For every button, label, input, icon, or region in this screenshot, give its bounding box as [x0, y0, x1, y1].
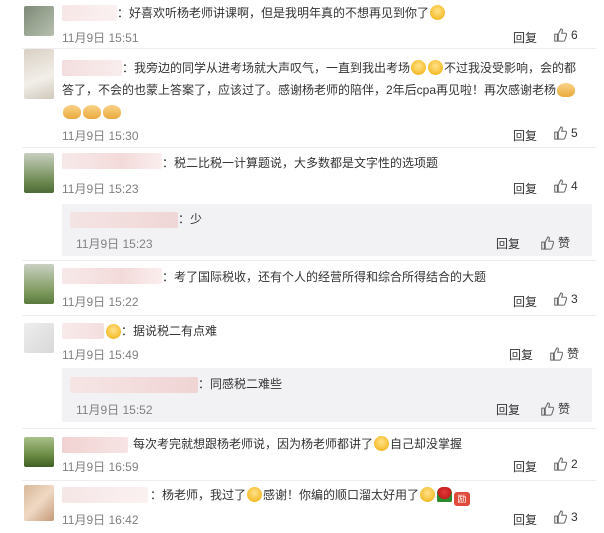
- username[interactable]: [62, 268, 162, 284]
- like-count: 4: [571, 179, 578, 193]
- sub-reply-time: 11月9日 15:52: [76, 403, 153, 417]
- avatar[interactable]: [24, 153, 54, 193]
- avatar[interactable]: [24, 485, 54, 521]
- thumbs-up-icon: [554, 292, 567, 306]
- thumbs-up-icon: [554, 510, 567, 524]
- sub-reply-text: ：少: [178, 212, 203, 226]
- like-button[interactable]: 4: [553, 179, 578, 193]
- comment-emoji-line: [62, 101, 122, 123]
- comment-text: ：据说税二有点难: [121, 324, 218, 338]
- like-label: 赞: [558, 236, 571, 250]
- thumbs-up-icon: [541, 401, 554, 416]
- laugh-emoji-icon: [411, 60, 427, 75]
- like-label: 赞: [567, 347, 580, 361]
- username[interactable]: [70, 212, 178, 228]
- comment-time: 11月9日 15:22: [62, 295, 139, 309]
- comment-text: ：考了国际税收，还有个人的经营所得和综合所得结合的大题: [162, 270, 487, 284]
- like-button[interactable]: 2: [553, 457, 578, 471]
- sub-reply: ：同感税二难些 11月9日 15:52 回复 赞: [62, 368, 592, 422]
- thumbs-up-icon: [554, 457, 567, 471]
- rose-icon: [437, 487, 453, 502]
- like-button[interactable]: 3: [553, 292, 578, 306]
- comment-time: 11月9日 15:49: [62, 348, 139, 362]
- comment-time: 11月9日 15:30: [62, 129, 139, 143]
- reply-button[interactable]: 回复: [513, 458, 537, 475]
- like-count: 5: [571, 126, 578, 140]
- avatar[interactable]: [24, 323, 54, 353]
- username[interactable]: [70, 377, 198, 393]
- like-count: 2: [571, 457, 578, 471]
- clapping-hands-icon: [83, 105, 101, 119]
- comment-text: ：税二比税一计算题说，大多数都是文字性的选项题: [162, 156, 439, 170]
- sub-reply-time: 11月9日 15:23: [76, 237, 153, 251]
- avatar[interactable]: [24, 6, 54, 36]
- comment-item: ：杨老师，我过了 感谢！你编的顺口溜太好用了励 11月9日 16:42 回复 3: [0, 481, 604, 533]
- like-button[interactable]: 3: [553, 510, 578, 524]
- like-button[interactable]: 赞: [540, 400, 570, 417]
- laugh-emoji-icon: [430, 5, 446, 20]
- comment-text: ：好喜欢听杨老师讲课啊，但是我明年真的不想再见到你了: [117, 2, 446, 24]
- laugh-emoji-icon: [374, 436, 390, 451]
- username[interactable]: [62, 487, 148, 503]
- comment-time: 11月9日 15:23: [62, 182, 139, 196]
- thumbs-up-icon: [541, 235, 554, 250]
- like-label: 赞: [558, 402, 571, 416]
- comment-time: 11月9日 16:59: [62, 460, 139, 474]
- comment-time: 11月9日 15:51: [62, 31, 139, 45]
- thumbs-up-icon: [550, 346, 563, 361]
- comment-item: ：据说税二有点难 11月9日 15:49 回复 赞 ：同感税二难些 11月9日 …: [0, 316, 604, 426]
- comment-item: 每次考完就想跟杨老师说，因为杨老师都讲了 自己却没掌握 11月9日 16:59 回…: [0, 429, 604, 479]
- username[interactable]: [62, 60, 122, 76]
- reply-button[interactable]: 回复: [513, 180, 537, 197]
- like-count: 3: [571, 510, 578, 524]
- comment-text: 每次考完就想跟杨老师说，因为杨老师都讲了 自己却没掌握: [133, 436, 463, 451]
- username[interactable]: [62, 323, 104, 339]
- thumbs-up-icon: [554, 179, 567, 193]
- like-button[interactable]: 5: [553, 126, 578, 140]
- avatar[interactable]: [24, 49, 54, 99]
- laugh-emoji-icon: [247, 487, 263, 502]
- reply-button[interactable]: 回复: [513, 29, 537, 46]
- comment-time: 11月9日 16:42: [62, 513, 139, 527]
- like-count: 3: [571, 292, 578, 306]
- like-button[interactable]: 赞: [549, 345, 579, 362]
- username[interactable]: [62, 5, 117, 21]
- comment-item: ：我旁边的同学从进考场就大声叹气，一直到我出考场 不过我没受影响，会的都 答了，不…: [0, 49, 604, 147]
- reply-button[interactable]: 回复: [513, 127, 537, 144]
- badge-emoji-icon: [106, 324, 121, 339]
- thumbs-up-icon: [554, 126, 567, 140]
- username[interactable]: [62, 153, 162, 169]
- comment-text: ：杨老师，我过了 感谢！你编的顺口溜太好用了励: [150, 484, 471, 506]
- clapping-hands-icon: [103, 105, 121, 119]
- reply-button[interactable]: 回复: [496, 235, 520, 252]
- clapping-hands-icon: [557, 83, 576, 97]
- username[interactable]: [62, 437, 128, 453]
- avatar[interactable]: [24, 264, 54, 304]
- reply-button[interactable]: 回复: [513, 511, 537, 528]
- reply-button[interactable]: 回复: [509, 346, 533, 363]
- comment-text-line2: 答了，不会的也蒙上答案了，应该过了。感谢杨老师的陪伴，2年后cpa再见啦！再次感…: [62, 79, 576, 101]
- like-button[interactable]: 6: [553, 28, 578, 42]
- comment-item: ：税二比税一计算题说，大多数都是文字性的选项题 11月9日 15:23 回复 4…: [0, 148, 604, 258]
- avatar[interactable]: [24, 437, 54, 467]
- like-count: 6: [571, 28, 578, 42]
- comment-text: ：我旁边的同学从进考场就大声叹气，一直到我出考场 不过我没受影响，会的都: [122, 60, 577, 75]
- like-button[interactable]: 赞: [540, 234, 570, 251]
- laugh-emoji-icon: [428, 60, 444, 75]
- encourage-badge-icon: 励: [454, 492, 471, 506]
- reply-button[interactable]: 回复: [513, 293, 537, 310]
- comment-item: ：好喜欢听杨老师讲课啊，但是我明年真的不想再见到你了 11月9日 15:51 回…: [0, 0, 604, 48]
- clapping-hands-icon: [63, 105, 81, 119]
- comment-item: ：考了国际税收，还有个人的经营所得和综合所得结合的大题 11月9日 15:22 …: [0, 261, 604, 315]
- kiss-emoji-icon: [420, 487, 436, 502]
- thumbs-up-icon: [554, 28, 567, 42]
- sub-reply: ：少 11月9日 15:23 回复 赞: [62, 204, 592, 256]
- reply-button[interactable]: 回复: [496, 401, 520, 418]
- sub-reply-text: ：同感税二难些: [198, 377, 283, 391]
